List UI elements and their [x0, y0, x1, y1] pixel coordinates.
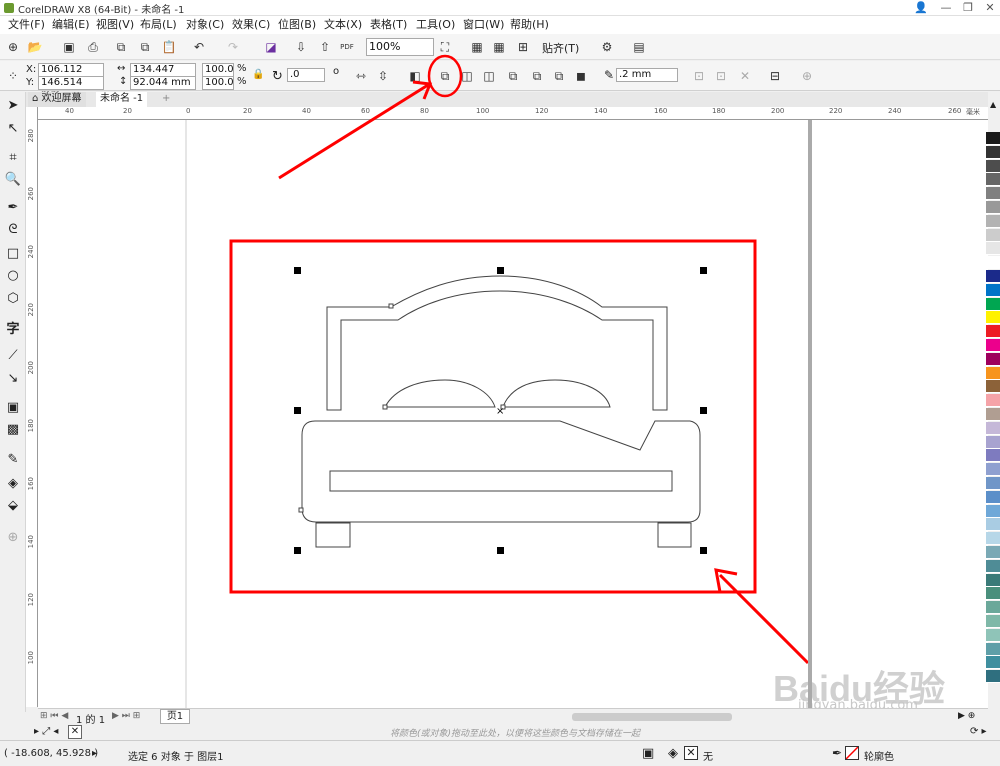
color-swatch[interactable] — [986, 297, 1000, 311]
color-swatch[interactable] — [986, 352, 1000, 366]
color-swatch[interactable] — [986, 187, 1000, 201]
color-swatch[interactable] — [986, 201, 1000, 214]
fill-none-label: 无 — [703, 752, 713, 763]
color-swatch[interactable] — [986, 311, 1000, 325]
page-navigator: ⊞ ⏮ ◀ 1 的 1 ▶ ⏭ ⊞ 页1 ▶ ⊕ — [38, 708, 988, 726]
color-swatch[interactable] — [986, 477, 1000, 490]
color-swatch[interactable] — [986, 615, 1000, 628]
color-swatch[interactable] — [986, 228, 1000, 242]
color-swatch[interactable] — [986, 449, 1000, 463]
color-swatch[interactable] — [986, 587, 1000, 601]
page-nav-arrows-icon[interactable]: ⊞ ⏮ ◀ — [40, 711, 68, 721]
color-swatch[interactable] — [986, 256, 1000, 270]
color-swatch[interactable] — [986, 159, 1000, 173]
page-tab[interactable]: 页1 — [160, 709, 190, 724]
palette-scroll-icon[interactable]: ⟳ ▸ — [970, 726, 987, 737]
color-swatch[interactable] — [986, 628, 1000, 642]
zoom-small-icon[interactable]: ▶ ⊕ — [958, 711, 975, 721]
color-swatch[interactable] — [986, 573, 1000, 587]
color-swatch[interactable] — [986, 214, 1000, 228]
color-swatch[interactable] — [986, 532, 1000, 546]
palette-tools-icon[interactable]: ▸ ⤢ ◂ — [34, 726, 58, 737]
color-swatch[interactable] — [986, 408, 1000, 421]
color-swatch[interactable] — [986, 490, 1000, 504]
color-swatch[interactable] — [986, 380, 1000, 394]
page-nav-next-icon[interactable]: ▶ ⏭ ⊞ — [112, 711, 140, 721]
cursor-coordinates: ( -18.608, 45.928 ) — [4, 748, 99, 759]
color-swatch[interactable] — [986, 670, 1000, 684]
horizontal-scrollbar[interactable] — [572, 713, 732, 721]
status-expand-icon[interactable]: ▸ — [92, 748, 97, 759]
color-swatch[interactable] — [986, 283, 1000, 297]
document-palette-bar: ▸ ⤢ ◂ ✕ 将颜色(或对象)拖动至此处，以便将这些颜色与文档存储在一起 ⟳ … — [30, 724, 988, 740]
annotation-overlay — [278, 54, 463, 180]
color-swatch[interactable] — [986, 145, 1000, 159]
outline-pen-status-icon[interactable]: ✒ — [832, 746, 842, 760]
color-swatch[interactable] — [986, 339, 1000, 352]
color-swatch[interactable] — [986, 463, 1000, 477]
selection-status: 选定 6 对象 于 图层1 — [128, 752, 224, 763]
color-swatch[interactable] — [986, 435, 1000, 449]
color-swatch[interactable] — [986, 656, 1000, 670]
color-swatch[interactable] — [986, 546, 1000, 559]
color-swatch[interactable] — [986, 601, 1000, 615]
annotation-arrow — [278, 83, 429, 180]
color-swatch[interactable] — [986, 325, 1000, 339]
outline-color-label: 轮廓色 — [864, 752, 894, 763]
fill-icon[interactable]: ◈ — [668, 746, 678, 761]
color-swatch[interactable] — [986, 394, 1000, 408]
color-swatch[interactable] — [986, 421, 1000, 435]
color-palette — [986, 132, 1000, 712]
color-swatch[interactable] — [986, 270, 1000, 283]
color-swatch[interactable] — [986, 173, 1000, 187]
palette-header: ▲ ✕ — [988, 92, 1000, 144]
color-swatch[interactable] — [986, 559, 1000, 573]
color-swatch[interactable] — [986, 242, 1000, 256]
document-palette-hint: 将颜色(或对象)拖动至此处，以便将这些颜色与文档存储在一起 — [390, 729, 641, 739]
color-swatch[interactable] — [986, 504, 1000, 518]
color-swatch[interactable] — [986, 132, 1000, 145]
outline-color-swatch[interactable] — [845, 746, 859, 760]
document-no-color-swatch[interactable]: ✕ — [68, 725, 82, 739]
color-swatch[interactable] — [986, 518, 1000, 532]
palette-scroll-up-icon[interactable]: ▲ — [990, 100, 996, 109]
color-swatch[interactable] — [986, 642, 1000, 656]
status-bar: ( -18.608, 45.928 ) ▸ 选定 6 对象 于 图层1 ▣ ◈ … — [0, 740, 1000, 766]
annotation-circle — [427, 54, 463, 98]
fill-none-swatch[interactable]: ✕ — [684, 746, 698, 760]
color-swatch[interactable] — [986, 366, 1000, 380]
color-proof-icon[interactable]: ▣ — [642, 746, 654, 761]
